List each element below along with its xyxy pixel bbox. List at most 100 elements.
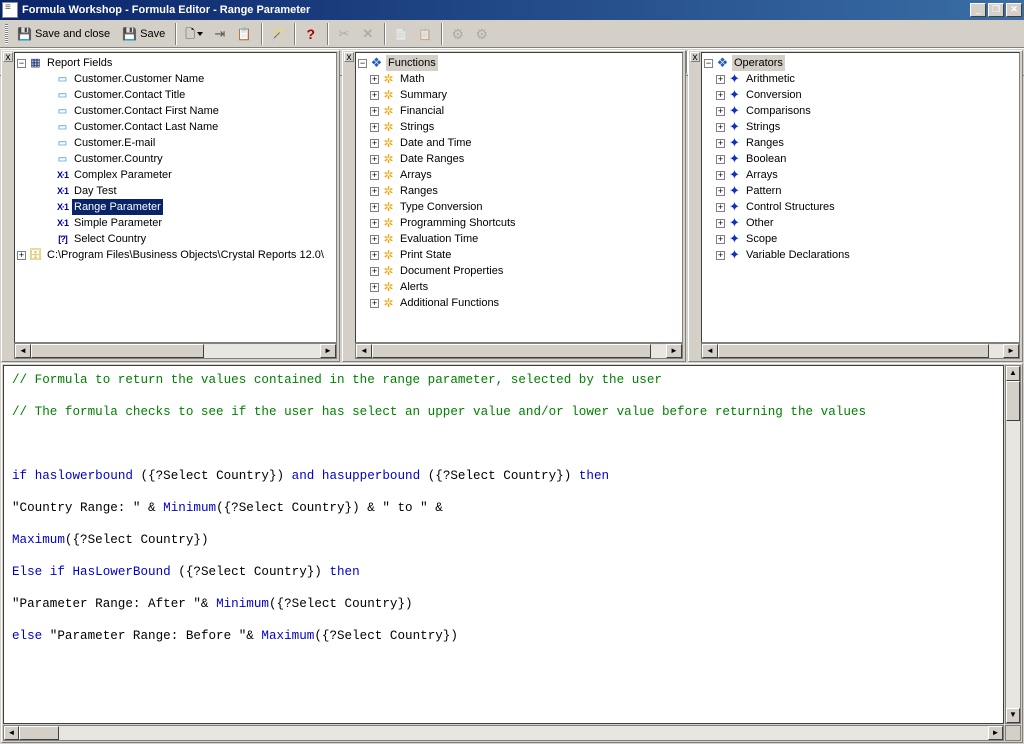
expand-icon[interactable] — [716, 139, 725, 148]
scroll-right-icon[interactable]: ► — [988, 726, 1003, 740]
expand-icon[interactable] — [370, 107, 379, 116]
expand-icon[interactable] — [716, 107, 725, 116]
scroll-thumb[interactable] — [372, 344, 651, 358]
param-item[interactable]: X·1Day Test — [15, 183, 336, 199]
expand-icon[interactable] — [370, 171, 379, 180]
operator-category[interactable]: Scope — [702, 231, 1019, 247]
field-item[interactable]: Customer.E-mail — [15, 135, 336, 151]
expand-icon[interactable] — [716, 155, 725, 164]
collapse-icon[interactable] — [17, 59, 26, 68]
fields-tree[interactable]: Report FieldsCustomer.Customer NameCusto… — [14, 52, 337, 343]
field-item[interactable]: Customer.Customer Name — [15, 71, 336, 87]
functions-tree[interactable]: FunctionsMathSummaryFinancialStringsDate… — [355, 52, 683, 343]
clipboard-button[interactable] — [233, 23, 256, 45]
function-category[interactable]: Type Conversion — [356, 199, 682, 215]
expand-icon[interactable] — [370, 75, 379, 84]
close-button[interactable]: ✕ — [1006, 3, 1022, 17]
editor-vscrollbar[interactable]: ▲ ▼ — [1005, 365, 1021, 724]
expand-icon[interactable] — [17, 251, 26, 260]
operator-category[interactable]: Boolean — [702, 151, 1019, 167]
expand-icon[interactable] — [716, 219, 725, 228]
toolbar-grip[interactable] — [5, 24, 8, 44]
editor-hscrollbar[interactable]: ◄ ► — [3, 725, 1004, 741]
field-item[interactable]: Customer.Contact Last Name — [15, 119, 336, 135]
expand-icon[interactable] — [370, 123, 379, 132]
scroll-up-icon[interactable]: ▲ — [1006, 366, 1020, 381]
scroll-thumb[interactable] — [1006, 381, 1020, 421]
scroll-left-icon[interactable]: ◄ — [702, 344, 718, 358]
expand-icon[interactable] — [716, 235, 725, 244]
scroll-thumb[interactable] — [31, 344, 204, 358]
expand-icon[interactable] — [716, 187, 725, 196]
operator-category[interactable]: Strings — [702, 119, 1019, 135]
function-category[interactable]: Additional Functions — [356, 295, 682, 311]
expand-icon[interactable] — [716, 251, 725, 260]
operator-category[interactable]: Variable Declarations — [702, 247, 1019, 263]
field-item[interactable]: Customer.Contact Title — [15, 87, 336, 103]
expand-icon[interactable] — [370, 155, 379, 164]
expand-icon[interactable] — [370, 91, 379, 100]
collapse-icon[interactable] — [704, 59, 713, 68]
param-item[interactable]: X·1Complex Parameter — [15, 167, 336, 183]
scroll-left-icon[interactable]: ◄ — [15, 344, 31, 358]
field-item[interactable]: Customer.Contact First Name — [15, 103, 336, 119]
scroll-left-icon[interactable]: ◄ — [356, 344, 372, 358]
expand-icon[interactable] — [370, 139, 379, 148]
new-button[interactable] — [181, 23, 207, 45]
tree-root[interactable]: Functions — [356, 55, 682, 71]
panel-hscrollbar[interactable]: ◄ ► — [355, 343, 683, 359]
code-editor[interactable]: // Formula to return the values containe… — [3, 365, 1004, 724]
field-item[interactable]: Customer.Country — [15, 151, 336, 167]
expand-icon[interactable] — [716, 91, 725, 100]
help-button[interactable] — [300, 23, 322, 45]
function-category[interactable]: Math — [356, 71, 682, 87]
toggle-view-button[interactable] — [209, 23, 231, 45]
operator-category[interactable]: Other — [702, 215, 1019, 231]
operator-category[interactable]: Comparisons — [702, 103, 1019, 119]
scroll-left-icon[interactable]: ◄ — [4, 726, 19, 740]
panel-hscrollbar[interactable]: ◄ ► — [14, 343, 337, 359]
operator-category[interactable]: Arithmetic — [702, 71, 1019, 87]
expand-icon[interactable] — [370, 219, 379, 228]
scroll-thumb[interactable] — [19, 726, 59, 740]
operator-category[interactable]: Control Structures — [702, 199, 1019, 215]
operator-category[interactable]: Pattern — [702, 183, 1019, 199]
function-category[interactable]: Date and Time — [356, 135, 682, 151]
save-and-close-button[interactable]: Save and close — [12, 23, 115, 45]
db-path-item[interactable]: C:\Program Files\Business Objects\Crysta… — [15, 247, 336, 263]
function-category[interactable]: Financial — [356, 103, 682, 119]
function-category[interactable]: Strings — [356, 119, 682, 135]
function-category[interactable]: Ranges — [356, 183, 682, 199]
function-category[interactable]: Programming Shortcuts — [356, 215, 682, 231]
function-category[interactable]: Evaluation Time — [356, 231, 682, 247]
panel-hscrollbar[interactable]: ◄ ► — [701, 343, 1020, 359]
function-category[interactable]: Alerts — [356, 279, 682, 295]
expand-icon[interactable] — [370, 251, 379, 260]
scroll-right-icon[interactable]: ► — [666, 344, 682, 358]
expand-icon[interactable] — [370, 299, 379, 308]
expand-icon[interactable] — [716, 75, 725, 84]
expand-icon[interactable] — [370, 235, 379, 244]
restore-button[interactable]: ❐ — [988, 3, 1004, 17]
tree-root[interactable]: Report Fields — [15, 55, 336, 71]
expand-icon[interactable] — [716, 123, 725, 132]
operator-category[interactable]: Ranges — [702, 135, 1019, 151]
scroll-right-icon[interactable]: ► — [320, 344, 336, 358]
param-item[interactable]: X·1Simple Parameter — [15, 215, 336, 231]
expand-icon[interactable] — [716, 203, 725, 212]
expand-icon[interactable] — [370, 267, 379, 276]
function-category[interactable]: Print State — [356, 247, 682, 263]
expand-icon[interactable] — [370, 203, 379, 212]
function-category[interactable]: Summary — [356, 87, 682, 103]
param-item[interactable]: X·1Range Parameter — [15, 199, 336, 215]
function-category[interactable]: Date Ranges — [356, 151, 682, 167]
save-button[interactable]: Save — [117, 23, 170, 45]
minimize-button[interactable]: _ — [970, 3, 986, 17]
param-item[interactable]: Select Country — [15, 231, 336, 247]
panel-close-button[interactable]: x — [3, 52, 13, 62]
operators-tree[interactable]: OperatorsArithmeticConversionComparisons… — [701, 52, 1020, 343]
expand-icon[interactable] — [370, 187, 379, 196]
operator-category[interactable]: Arrays — [702, 167, 1019, 183]
collapse-icon[interactable] — [358, 59, 367, 68]
function-category[interactable]: Arrays — [356, 167, 682, 183]
